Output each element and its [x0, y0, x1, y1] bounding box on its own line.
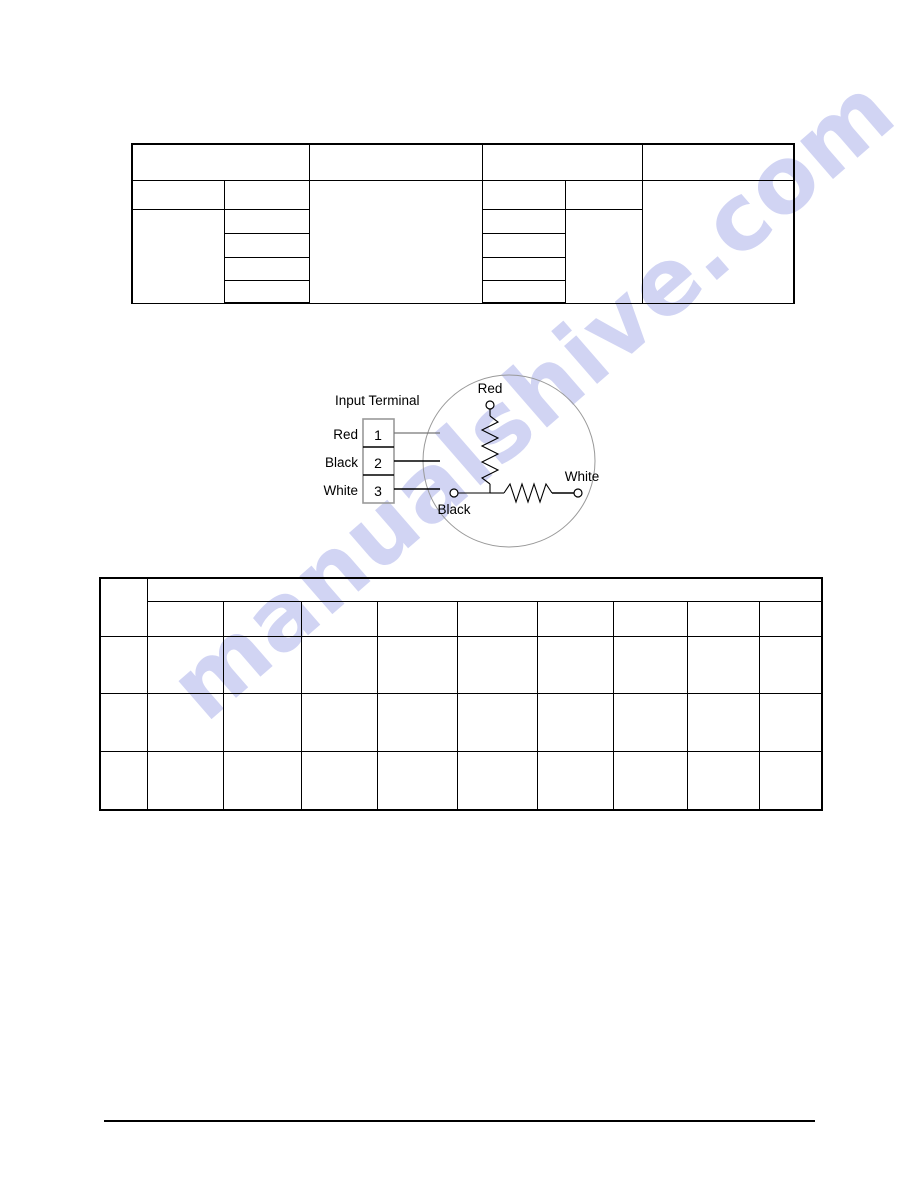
winding-label-white: White: [565, 469, 600, 484]
terminal-number-2: 2: [374, 455, 382, 471]
param-cell-r2c8: [612, 692, 688, 752]
param-cell-r1c6: [456, 635, 538, 694]
param-cell-r1c8: [612, 635, 688, 694]
param-cell-r1c7: [536, 635, 614, 694]
spec-header-cell-3: [481, 143, 643, 181]
terminal-label-white: White: [323, 483, 358, 498]
param-cell-r3c1: [99, 750, 148, 811]
param-cell-r1c10: [758, 635, 824, 694]
param-cell-r3c4: [300, 750, 378, 811]
param-cell-r3c5: [376, 750, 458, 811]
table-row: [99, 635, 824, 694]
spec-cell-merged-value: [564, 208, 643, 304]
parameter-table: [99, 577, 824, 811]
param-cell-r3c10: [758, 750, 824, 811]
table-header-row: [131, 143, 795, 181]
wiring-diagram-svg: Input Terminal 1 2 3 Red Black White Red…: [323, 374, 600, 548]
param-cell-r2c2: [146, 692, 224, 752]
spec-cell-r3c4: [481, 232, 566, 258]
spec-header-cell-4: [641, 143, 795, 181]
param-col-header-1: [146, 600, 224, 637]
spec-cell-r2c4: [481, 208, 566, 234]
table-group-header-row: [99, 577, 824, 637]
param-cell-r1c4: [300, 635, 378, 694]
stator-circle-icon: [422, 374, 596, 548]
table-row: [131, 179, 795, 304]
param-col-header-3: [300, 600, 378, 637]
input-terminal-title: Input Terminal: [335, 393, 420, 408]
specification-table: [131, 143, 795, 304]
param-cell-r2c3: [222, 692, 302, 752]
spec-cell-r1c1: [131, 179, 225, 210]
spec-cell-merged-category: [131, 208, 225, 304]
specification-table-grid: [131, 143, 795, 304]
spec-header-cell-1: [131, 143, 310, 181]
param-cell-r1c9: [686, 635, 760, 694]
param-cell-r3c3: [222, 750, 302, 811]
table-row: [99, 750, 824, 811]
param-cell-r1c5: [376, 635, 458, 694]
spec-cell-r2c2: [223, 208, 310, 234]
param-cell-r1c3: [222, 635, 302, 694]
param-cell-r2c6: [456, 692, 538, 752]
winding-label-black: Black: [437, 502, 470, 517]
param-col-header-6: [536, 600, 614, 637]
winding-coil-horizontal: [503, 482, 553, 504]
param-cell-r2c5: [376, 692, 458, 752]
param-col-header-5: [456, 600, 538, 637]
spec-cell-r4c4: [481, 256, 566, 281]
document-page: manualshive.com Input Terminal 1 2 3 Red…: [0, 0, 918, 1188]
terminal-label-red: Red: [333, 427, 358, 442]
spec-cell-merged-description: [308, 179, 483, 304]
parameter-table-grid: [99, 577, 824, 811]
terminal-label-black: Black: [325, 455, 358, 470]
param-cell-r2c4: [300, 692, 378, 752]
param-cell-r1c2: [146, 635, 224, 694]
winding-coil-vertical: [480, 415, 500, 485]
spec-cell-r1c2: [223, 179, 310, 210]
param-col-header-7: [612, 600, 688, 637]
footer-divider: [104, 1120, 815, 1122]
spec-header-cell-2: [308, 143, 483, 181]
param-cell-r3c7: [536, 750, 614, 811]
table-row: [99, 692, 824, 752]
param-cell-r3c9: [686, 750, 760, 811]
winding-node-black: [449, 488, 459, 498]
spec-cell-r1c4: [481, 179, 566, 210]
spec-cell-r5c2: [223, 279, 310, 304]
param-cell-r2c10: [758, 692, 824, 752]
winding-node-red: [485, 400, 495, 410]
param-cell-r3c6: [456, 750, 538, 811]
param-col-header-4: [376, 600, 458, 637]
param-group-header-cell: [146, 577, 824, 602]
spec-cell-r4c2: [223, 256, 310, 281]
spec-cell-merged-remark: [641, 179, 795, 304]
spec-cell-r3c2: [223, 232, 310, 258]
terminal-number-3: 3: [374, 483, 382, 499]
param-cell-r3c2: [146, 750, 224, 811]
param-corner-cell: [99, 577, 148, 637]
terminal-number-1: 1: [374, 427, 382, 443]
table-header-row: [100, 600, 824, 637]
param-col-header-2: [222, 600, 302, 637]
spec-cell-r1c5: [564, 179, 643, 210]
param-col-header-8: [686, 600, 760, 637]
param-cell-r1c1: [99, 635, 148, 694]
winding-node-white: [573, 488, 583, 498]
param-cell-r2c1: [99, 692, 148, 752]
param-cell-r2c7: [536, 692, 614, 752]
param-cell-r2c9: [686, 692, 760, 752]
spec-cell-r5c4: [481, 279, 566, 304]
param-cell-r3c8: [612, 750, 688, 811]
param-col-header-9: [758, 600, 824, 637]
winding-label-red: Red: [478, 381, 503, 396]
motor-winding-wiring-diagram: Input Terminal 1 2 3 Red Black White Red…: [318, 366, 618, 562]
